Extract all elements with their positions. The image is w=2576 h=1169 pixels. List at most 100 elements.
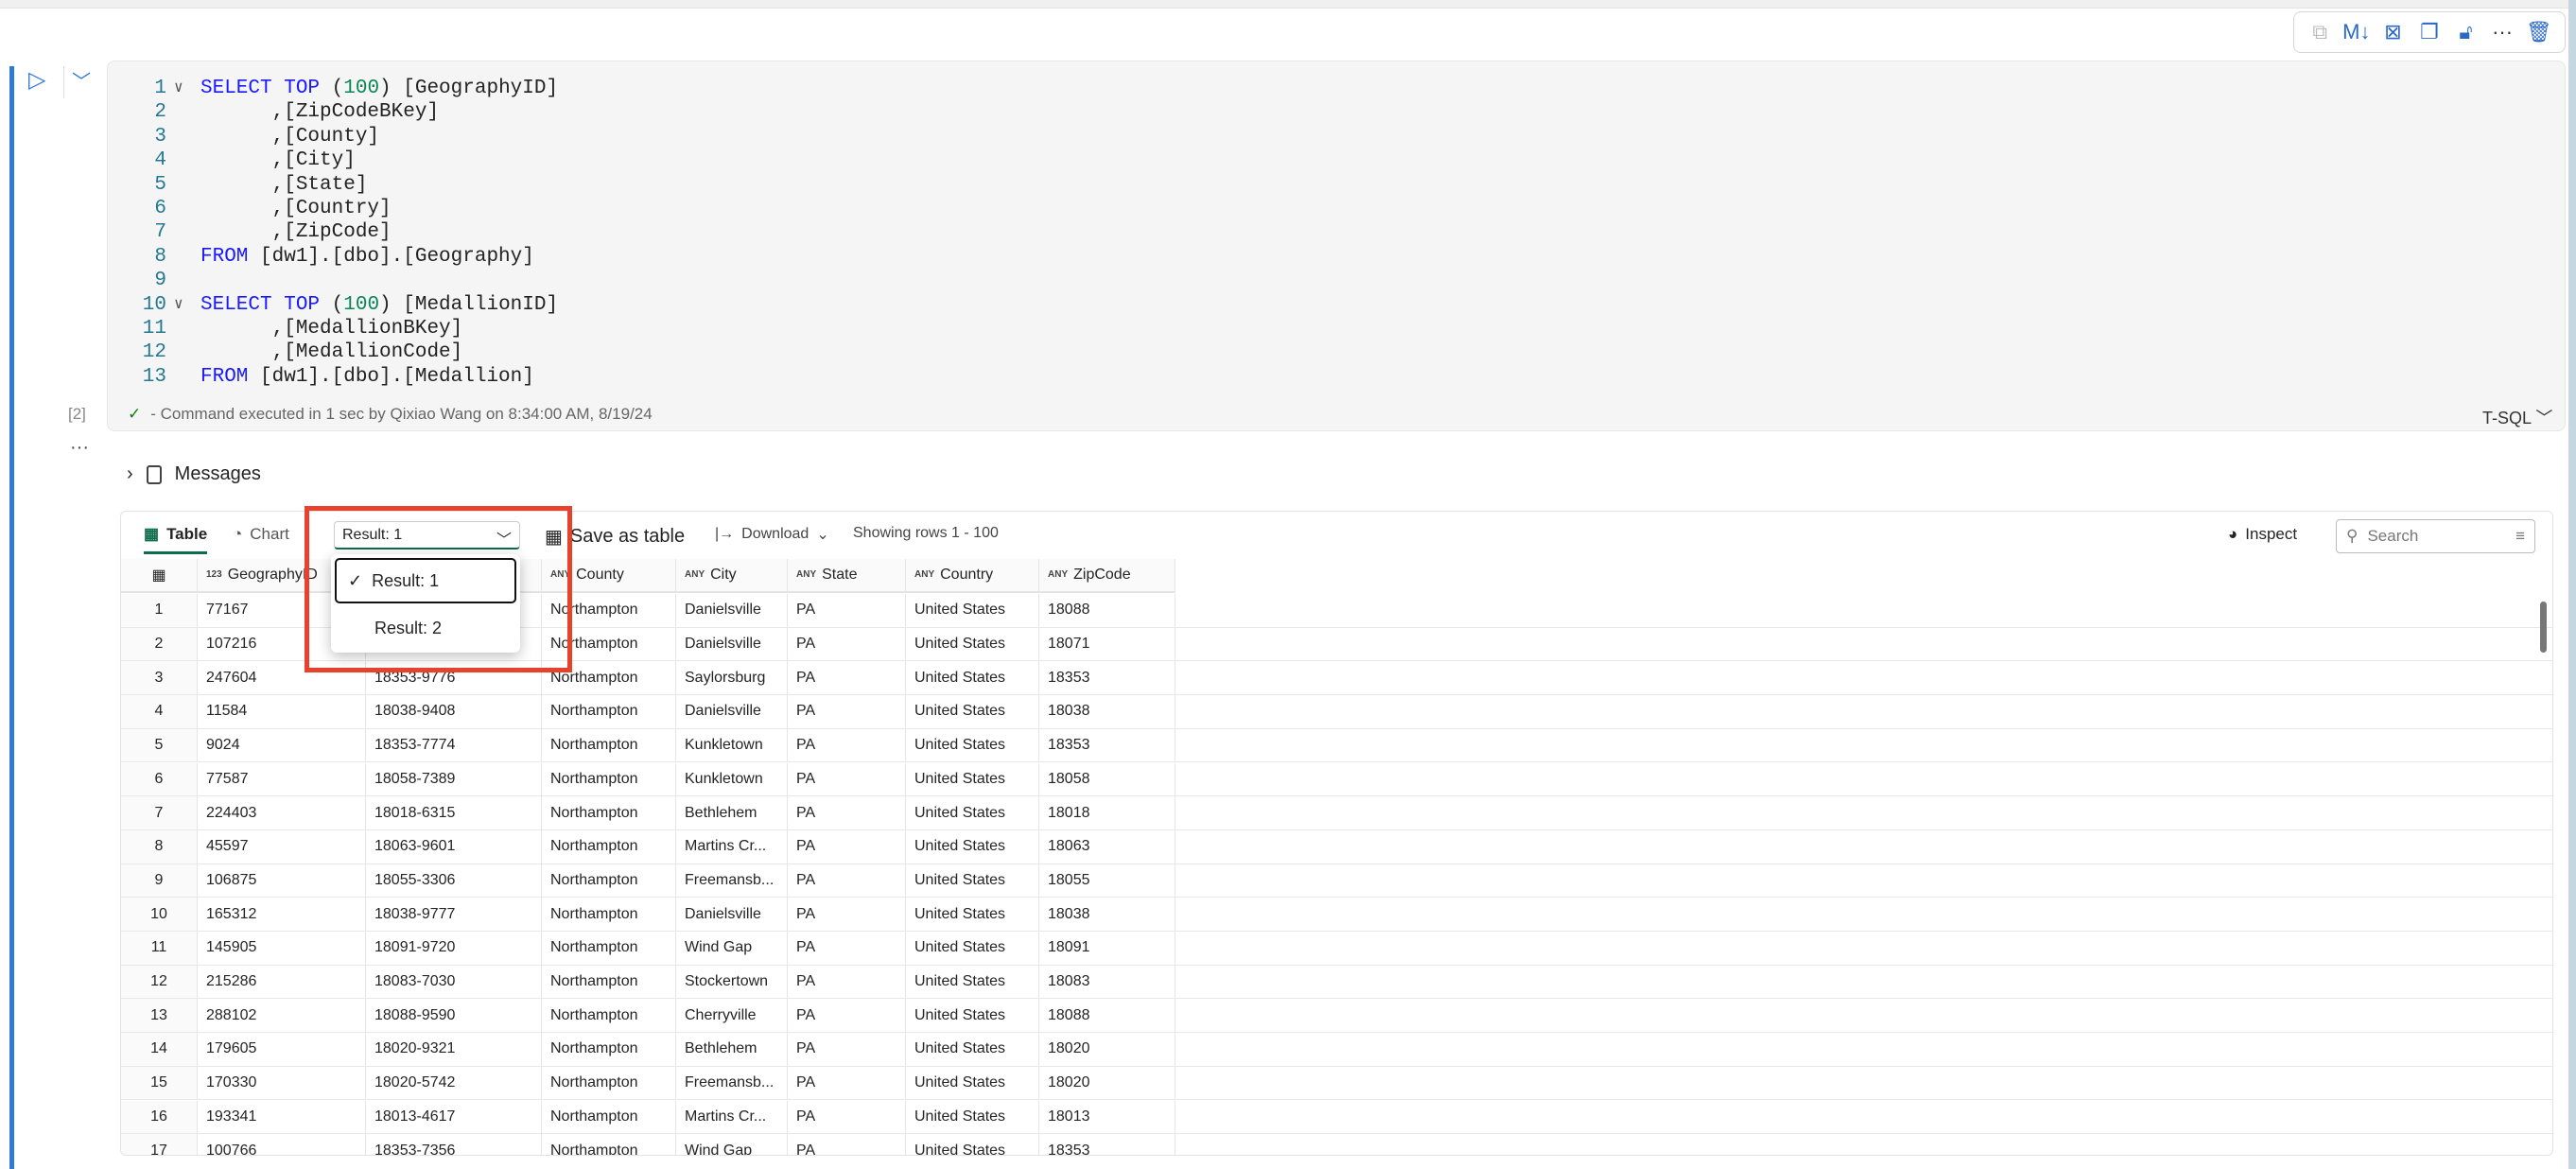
table-cell[interactable]: PA (788, 728, 906, 762)
row-number[interactable]: 6 (121, 762, 198, 796)
row-number[interactable]: 4 (121, 695, 198, 728)
table-cell[interactable]: 18063 (1039, 829, 1175, 864)
table-cell[interactable]: 18353 (1039, 1134, 1175, 1155)
table-cell[interactable]: Northampton (542, 898, 676, 931)
table-cell[interactable]: PA (788, 695, 906, 728)
table-cell[interactable]: 18088 (1039, 999, 1175, 1033)
table-cell[interactable]: 18038 (1039, 695, 1175, 728)
table-cell[interactable]: 9024 (198, 728, 366, 762)
table-cell[interactable]: 145905 (198, 932, 366, 965)
delete-icon[interactable]: 🗑︎ (2525, 20, 2553, 44)
row-number[interactable]: 14 (121, 1033, 198, 1066)
filter-icon[interactable]: ≡ (2515, 527, 2525, 546)
row-number[interactable]: 12 (121, 965, 198, 999)
table-cell[interactable]: 18038-9408 (366, 695, 542, 728)
table-cell[interactable]: United States (906, 965, 1039, 999)
table-cell[interactable]: 18083-7030 (366, 965, 542, 999)
table-cell[interactable]: PA (788, 1066, 906, 1100)
row-number[interactable]: 2 (121, 627, 198, 661)
table-cell[interactable]: 224403 (198, 796, 366, 829)
table-cell[interactable]: 18353 (1039, 728, 1175, 762)
table-cell[interactable]: Northampton (542, 1033, 676, 1066)
column-header[interactable]: ANY City (676, 559, 788, 591)
table-cell[interactable]: 193341 (198, 1100, 366, 1134)
code-editor[interactable]: 1 ∨ SELECT TOP (100) [GeographyID] 2 ,[ZipC… (107, 61, 2566, 431)
table-cell[interactable]: United States (906, 762, 1039, 796)
table-cell[interactable]: 18058 (1039, 762, 1175, 796)
column-header[interactable]: ANY State (788, 559, 906, 591)
column-header[interactable]: ANY ZipCode (1039, 559, 1175, 591)
table-cell[interactable]: United States (906, 1134, 1039, 1155)
table-cell[interactable]: 18013-4617 (366, 1100, 542, 1134)
table-cell[interactable]: Northampton (542, 864, 676, 898)
table-cell[interactable]: Northampton (542, 829, 676, 864)
table-cell[interactable]: PA (788, 829, 906, 864)
table-cell[interactable]: PA (788, 796, 906, 829)
table-cell[interactable]: United States (906, 898, 1039, 931)
table-cell[interactable]: PA (788, 594, 906, 627)
table-cell[interactable]: Freemansb... (676, 864, 788, 898)
fold-icon[interactable]: ∨ (174, 77, 183, 100)
table-cell[interactable]: United States (906, 728, 1039, 762)
table-cell[interactable]: 18055 (1039, 864, 1175, 898)
row-number[interactable]: 8 (121, 829, 198, 864)
row-number[interactable]: 17 (121, 1134, 198, 1155)
table-cell[interactable]: 18038 (1039, 898, 1175, 931)
table-cell[interactable]: PA (788, 661, 906, 695)
table-cell[interactable]: Danielsville (676, 898, 788, 931)
chevron-down-icon[interactable]: ﹀ (72, 66, 91, 94)
table-cell[interactable]: Northampton (542, 932, 676, 965)
table-cell[interactable]: Danielsville (676, 594, 788, 627)
table-cell[interactable]: PA (788, 1134, 906, 1155)
row-number[interactable]: 16 (121, 1100, 198, 1134)
row-number[interactable]: 9 (121, 864, 198, 898)
language-selector[interactable]: T-SQL ﹀ (2482, 405, 2552, 429)
table-cell[interactable]: United States (906, 1033, 1039, 1066)
table-cell[interactable]: Northampton (542, 1066, 676, 1100)
table-cell[interactable]: 18088-9590 (366, 999, 542, 1033)
row-number[interactable]: 11 (121, 932, 198, 965)
table-cell[interactable]: United States (906, 1066, 1039, 1100)
table-cell[interactable]: United States (906, 932, 1039, 965)
table-cell[interactable]: 18063-9601 (366, 829, 542, 864)
cell-more-button[interactable]: ··· (70, 437, 89, 459)
table-cell[interactable]: 18018 (1039, 796, 1175, 829)
table-cell[interactable]: 18353-7774 (366, 728, 542, 762)
table-cell[interactable]: 100766 (198, 1134, 366, 1155)
table-cell[interactable]: 18058-7389 (366, 762, 542, 796)
table-cell[interactable]: United States (906, 796, 1039, 829)
table-cell[interactable]: 18020 (1039, 1066, 1175, 1100)
table-cell[interactable]: PA (788, 864, 906, 898)
table-cell[interactable]: Northampton (542, 695, 676, 728)
clear-output-icon[interactable]: ⊠ (2378, 20, 2407, 44)
table-cell[interactable]: 179605 (198, 1033, 366, 1066)
run-cell-icon[interactable]: ▷ (28, 66, 45, 94)
table-cell[interactable]: United States (906, 695, 1039, 728)
row-number[interactable]: 15 (121, 1066, 198, 1100)
table-cell[interactable]: Martins Cr... (676, 1100, 788, 1134)
table-cell[interactable]: Northampton (542, 728, 676, 762)
table-cell[interactable]: 18020-5742 (366, 1066, 542, 1100)
row-number[interactable]: 10 (121, 898, 198, 931)
table-cell[interactable]: Northampton (542, 796, 676, 829)
table-cell[interactable]: United States (906, 661, 1039, 695)
search-input[interactable]: ⚲ Search ≡ (2336, 519, 2535, 553)
table-cell[interactable]: PA (788, 898, 906, 931)
table-cell[interactable]: Northampton (542, 762, 676, 796)
row-number[interactable]: 5 (121, 728, 198, 762)
table-cell[interactable]: Northampton (542, 1100, 676, 1134)
row-number[interactable]: 7 (121, 796, 198, 829)
table-cell[interactable]: Martins Cr... (676, 829, 788, 864)
table-cell[interactable]: Danielsville (676, 695, 788, 728)
table-cell[interactable]: PA (788, 932, 906, 965)
table-cell[interactable]: Wind Gap (676, 1134, 788, 1155)
markdown-icon[interactable]: M↓ (2342, 20, 2371, 44)
fold-icon[interactable]: ∨ (174, 293, 183, 317)
row-number[interactable]: 1 (121, 594, 198, 627)
table-cell[interactable]: Northampton (542, 999, 676, 1033)
table-cell[interactable]: 18038-9777 (366, 898, 542, 931)
row-number[interactable]: 3 (121, 661, 198, 695)
table-cell[interactable]: 170330 (198, 1066, 366, 1100)
table-cell[interactable]: Saylorsburg (676, 661, 788, 695)
table-cell[interactable]: 288102 (198, 999, 366, 1033)
